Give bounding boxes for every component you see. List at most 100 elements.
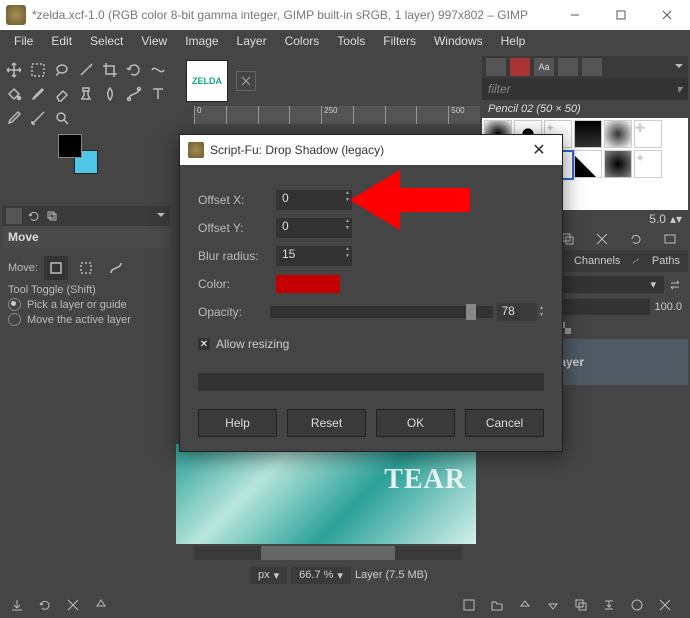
menu-select[interactable]: Select xyxy=(82,32,131,50)
radio-pick-layer[interactable] xyxy=(8,298,21,311)
brush-filter-input[interactable]: filter▾ xyxy=(482,78,688,100)
bucket-tool[interactable] xyxy=(2,82,26,106)
brush-tool[interactable] xyxy=(26,82,50,106)
menu-image[interactable]: Image xyxy=(177,32,226,50)
eyedrop-tool[interactable] xyxy=(2,106,26,130)
text-tool[interactable] xyxy=(146,82,170,106)
history-tab[interactable] xyxy=(558,58,578,76)
crop-tool[interactable] xyxy=(98,58,122,82)
menu-filters[interactable]: Filters xyxy=(375,32,424,50)
move-mode-selection[interactable] xyxy=(74,256,98,280)
menu-tools[interactable]: Tools xyxy=(329,32,373,50)
reset-options-icon[interactable] xyxy=(94,598,108,612)
duplicate-brush-icon[interactable] xyxy=(561,232,575,246)
dialog-title: Script-Fu: Drop Shadow (legacy) xyxy=(210,143,384,157)
undo-history-icon[interactable] xyxy=(28,210,40,222)
blur-radius-input[interactable]: 15▲▼ xyxy=(276,246,352,266)
progress-bar xyxy=(198,373,544,391)
offset-y-label: Offset Y: xyxy=(198,221,276,235)
wand-tool[interactable] xyxy=(74,58,98,82)
allow-resizing-checkbox[interactable]: ✕ xyxy=(198,338,210,350)
lasso-tool[interactable] xyxy=(50,58,74,82)
minimize-button[interactable] xyxy=(552,0,598,30)
reset-button[interactable]: Reset xyxy=(287,409,366,437)
drop-shadow-dialog: Script-Fu: Drop Shadow (legacy) ✕ Offset… xyxy=(179,134,563,452)
restore-options-icon[interactable] xyxy=(38,598,52,612)
cancel-button[interactable]: Cancel xyxy=(465,409,544,437)
maximize-button[interactable] xyxy=(598,0,644,30)
zoom-dropdown[interactable]: 66.7 %▾ xyxy=(291,567,351,584)
smudge-tool[interactable] xyxy=(98,82,122,106)
save-options-icon[interactable] xyxy=(10,598,24,612)
fonts-tab[interactable]: Aa xyxy=(534,58,554,76)
path-tool[interactable] xyxy=(122,82,146,106)
image-tab[interactable]: ZELDA xyxy=(186,60,228,102)
menu-windows[interactable]: Windows xyxy=(426,32,491,50)
lower-layer-icon[interactable] xyxy=(546,598,560,612)
menu-edit[interactable]: Edit xyxy=(43,32,80,50)
offset-y-input[interactable]: 0▲▼ xyxy=(276,218,352,238)
rect-select-tool[interactable] xyxy=(26,58,50,82)
color-swatches[interactable] xyxy=(58,134,98,174)
open-as-image-icon[interactable] xyxy=(663,232,677,246)
dialog-close-button[interactable]: ✕ xyxy=(524,140,554,160)
ok-button[interactable]: OK xyxy=(376,409,455,437)
color-button[interactable] xyxy=(276,275,340,293)
help-button[interactable]: Help xyxy=(198,409,277,437)
radio-move-active[interactable] xyxy=(8,313,21,326)
offset-x-input[interactable]: 0▲▼ xyxy=(276,190,352,210)
close-button[interactable] xyxy=(644,0,690,30)
panel-menu-icon[interactable] xyxy=(674,62,684,72)
patterns-tab[interactable] xyxy=(510,58,530,76)
fg-color-swatch[interactable] xyxy=(58,134,82,158)
tab-channels[interactable]: Channels xyxy=(566,253,628,269)
canvas-artwork-text: TEAR xyxy=(384,464,466,496)
brushes-tab[interactable] xyxy=(486,58,506,76)
eraser-tool[interactable] xyxy=(50,82,74,106)
dialog-titlebar[interactable]: Script-Fu: Drop Shadow (legacy) ✕ xyxy=(180,135,562,165)
panel-menu-icon[interactable] xyxy=(156,211,166,221)
layer-group-icon[interactable] xyxy=(490,598,504,612)
canvas[interactable]: TEAR xyxy=(176,444,476,544)
move-mode-path[interactable] xyxy=(104,256,128,280)
menu-layer[interactable]: Layer xyxy=(229,32,275,50)
menu-file[interactable]: File xyxy=(6,32,41,50)
delete-brush-icon[interactable] xyxy=(595,232,609,246)
opacity-value-input[interactable]: 78 xyxy=(497,303,537,321)
color-label: Color: xyxy=(198,277,276,291)
layers-icon[interactable] xyxy=(46,210,58,222)
warp-tool[interactable] xyxy=(146,58,170,82)
rotate-tool[interactable] xyxy=(122,58,146,82)
brush-zoom-stepper[interactable]: ▴▾ xyxy=(670,212,682,226)
menu-view[interactable]: View xyxy=(133,32,175,50)
status-bar: px▾ 66.7 %▾ Layer (7.5 MB) xyxy=(176,562,480,588)
menu-help[interactable]: Help xyxy=(493,32,534,50)
zoom-tool[interactable] xyxy=(50,106,74,130)
duplicate-layer-icon[interactable] xyxy=(574,598,588,612)
menu-colors[interactable]: Colors xyxy=(277,32,328,50)
allow-resizing-label: Allow resizing xyxy=(216,337,289,351)
merge-down-icon[interactable] xyxy=(602,598,616,612)
mask-icon[interactable] xyxy=(630,598,644,612)
new-layer-icon[interactable] xyxy=(462,598,476,612)
measure-tool[interactable] xyxy=(26,106,50,130)
paths-tab-icon[interactable] xyxy=(632,254,639,268)
dock-tab-icon[interactable] xyxy=(6,208,22,224)
raise-layer-icon[interactable] xyxy=(518,598,532,612)
other-tab[interactable] xyxy=(582,58,602,76)
offset-x-label: Offset X: xyxy=(198,193,276,207)
refresh-brush-icon[interactable] xyxy=(629,232,643,246)
clone-tool[interactable] xyxy=(74,82,98,106)
move-tool[interactable] xyxy=(2,58,26,82)
move-mode-layer[interactable] xyxy=(44,256,68,280)
opacity-slider[interactable] xyxy=(270,306,493,318)
brush-zoom-value: 5.0 xyxy=(649,212,666,226)
blur-radius-label: Blur radius: xyxy=(198,249,276,263)
horizontal-scrollbar[interactable] xyxy=(194,546,462,560)
unit-dropdown[interactable]: px▾ xyxy=(250,567,287,584)
delete-options-icon[interactable] xyxy=(66,598,80,612)
mode-switch-icon[interactable] xyxy=(668,278,682,292)
delete-layer-icon[interactable] xyxy=(658,598,672,612)
tab-paths[interactable]: Paths xyxy=(644,253,688,269)
close-tab-button[interactable] xyxy=(236,71,256,91)
